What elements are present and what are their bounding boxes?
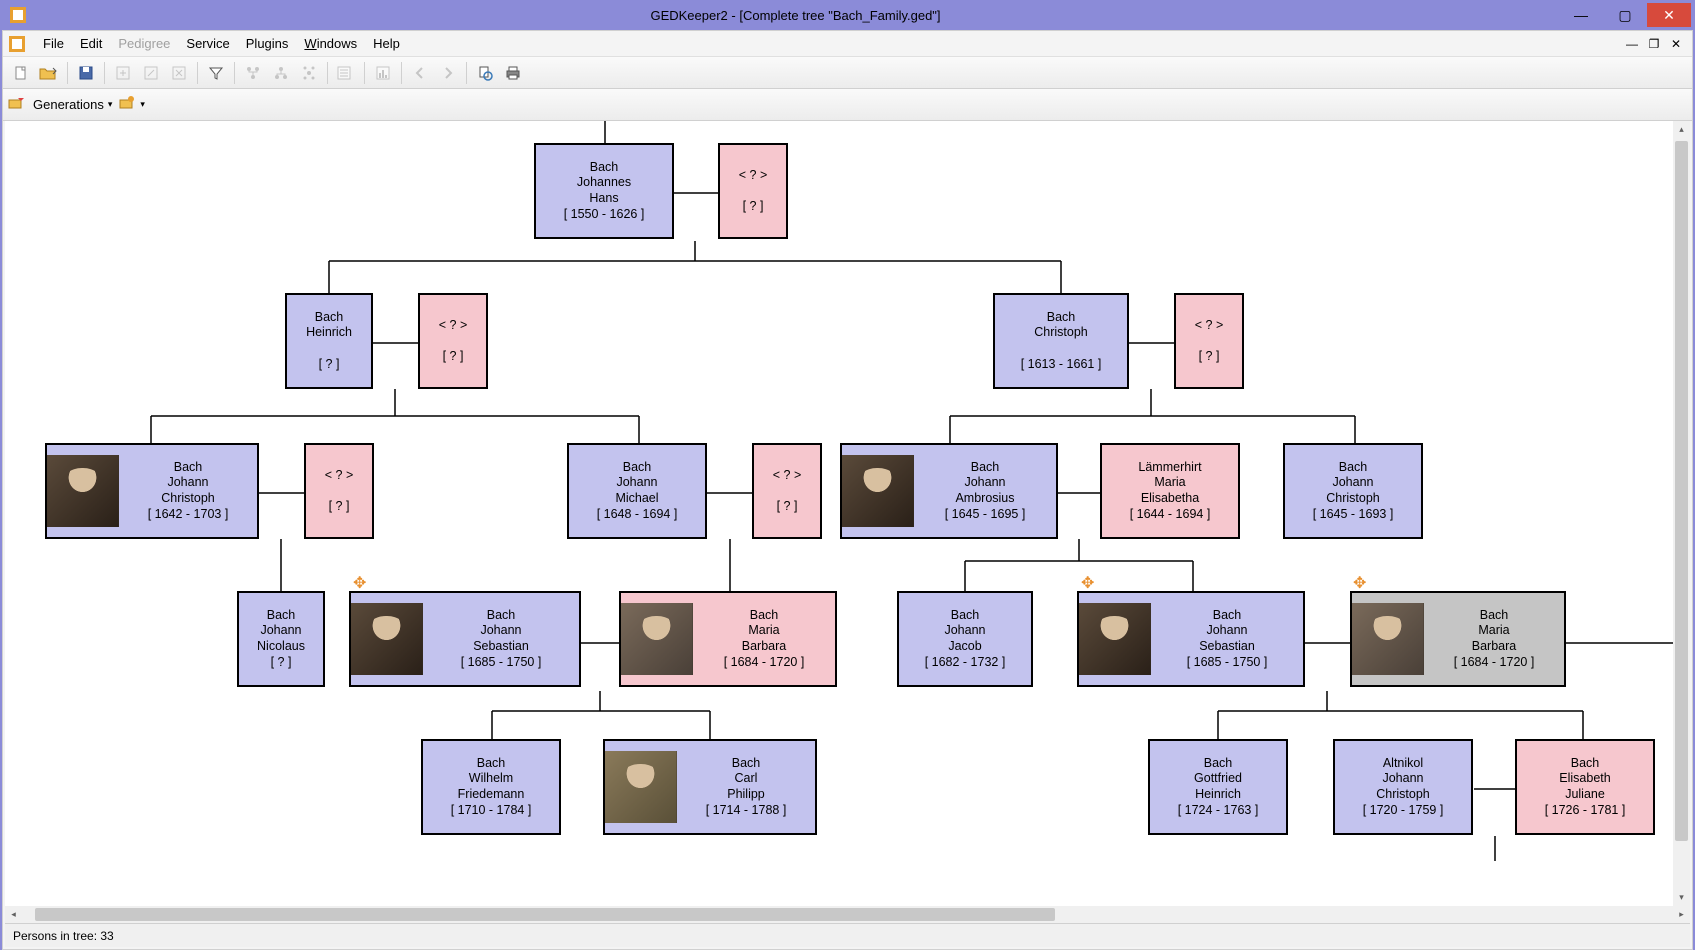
portrait-icon xyxy=(1079,603,1151,675)
tree-options-icon[interactable] xyxy=(7,95,27,114)
person-box[interactable]: BachJohannMichael[ 1648 - 1694 ] xyxy=(567,443,707,539)
generations-label: Generations xyxy=(33,97,104,112)
person-box[interactable]: BachJohannJacob[ 1682 - 1732 ] xyxy=(897,591,1033,687)
tree-tool-icon[interactable] xyxy=(118,95,138,114)
stats-button[interactable] xyxy=(370,60,396,86)
menu-windows[interactable]: Windows xyxy=(296,33,365,54)
tree-descendants-button[interactable] xyxy=(268,60,294,86)
save-button[interactable] xyxy=(73,60,99,86)
person-box[interactable]: BachElisabethJuliane[ 1726 - 1781 ] xyxy=(1515,739,1655,835)
tree-canvas[interactable]: BachJohannesHans[ 1550 - 1626 ] < ? >[ ?… xyxy=(5,121,1690,923)
person-box[interactable]: < ? >[ ? ] xyxy=(718,143,788,239)
person-box[interactable]: LämmerhirtMariaElisabetha[ 1644 - 1694 ] xyxy=(1100,443,1240,539)
person-box[interactable]: BachJohannChristoph[ 1642 - 1703 ] xyxy=(45,443,259,539)
window-title: GEDKeeper2 - [Complete tree "Bach_Family… xyxy=(32,8,1559,23)
minimize-button[interactable]: — xyxy=(1559,3,1603,27)
menubar: File Edit Pedigree Service Plugins Windo… xyxy=(3,31,1692,57)
scroll-up-icon[interactable]: ▴ xyxy=(1673,121,1690,138)
tree-ancestors-button[interactable] xyxy=(240,60,266,86)
print-button[interactable] xyxy=(500,60,526,86)
titlebar: GEDKeeper2 - [Complete tree "Bach_Family… xyxy=(0,0,1695,30)
tree-both-button[interactable] xyxy=(296,60,322,86)
pedigree-chart-button[interactable] xyxy=(333,60,359,86)
person-box[interactable]: BachCarlPhilipp[ 1714 - 1788 ] xyxy=(603,739,817,835)
open-file-button[interactable] xyxy=(36,60,62,86)
person-box-selected[interactable]: BachMariaBarbara[ 1684 - 1720 ] xyxy=(1350,591,1566,687)
person-box[interactable]: AltnikolJohannChristoph[ 1720 - 1759 ] xyxy=(1333,739,1473,835)
app-small-icon xyxy=(9,36,25,52)
person-box[interactable]: BachWilhelmFriedemann[ 1710 - 1784 ] xyxy=(421,739,561,835)
move-marker-icon: ✥ xyxy=(353,573,366,593)
menu-help[interactable]: Help xyxy=(365,33,408,54)
person-box[interactable]: BachJohannChristoph[ 1645 - 1693 ] xyxy=(1283,443,1423,539)
person-box[interactable]: BachHeinrich[ ? ] xyxy=(285,293,373,389)
menu-edit[interactable]: Edit xyxy=(72,33,110,54)
person-box[interactable]: BachMariaBarbara[ 1684 - 1720 ] xyxy=(619,591,837,687)
person-box[interactable]: < ? >[ ? ] xyxy=(1174,293,1244,389)
person-box[interactable]: BachJohannSebastian[ 1685 - 1750 ] xyxy=(1077,591,1305,687)
person-box[interactable]: BachChristoph[ 1613 - 1661 ] xyxy=(993,293,1129,389)
menu-file[interactable]: File xyxy=(35,33,72,54)
person-box[interactable]: < ? >[ ? ] xyxy=(752,443,822,539)
portrait-icon xyxy=(1352,603,1424,675)
statusbar: Persons in tree: 33 xyxy=(5,923,1690,947)
edit-record-button[interactable] xyxy=(138,60,164,86)
add-record-button[interactable] xyxy=(110,60,136,86)
print-preview-button[interactable] xyxy=(472,60,498,86)
person-box[interactable]: < ? >[ ? ] xyxy=(418,293,488,389)
menu-plugins[interactable]: Plugins xyxy=(238,33,297,54)
person-box[interactable]: BachJohannAmbrosius[ 1645 - 1695 ] xyxy=(840,443,1058,539)
dropdown-arrow-icon: ▾ xyxy=(108,99,113,110)
portrait-icon xyxy=(47,455,119,527)
close-button[interactable]: ✕ xyxy=(1647,3,1691,27)
person-box[interactable]: BachJohannNicolaus[ ? ] xyxy=(237,591,325,687)
person-box[interactable]: < ? >[ ? ] xyxy=(304,443,374,539)
mdi-close-button[interactable]: ✕ xyxy=(1666,35,1686,53)
person-box[interactable]: BachJohannSebastian[ 1685 - 1750 ] xyxy=(349,591,581,687)
vertical-scrollbar[interactable]: ▴ ▾ xyxy=(1673,121,1690,906)
portrait-icon xyxy=(621,603,693,675)
menu-service[interactable]: Service xyxy=(178,33,237,54)
portrait-icon xyxy=(351,603,423,675)
nav-forward-button[interactable] xyxy=(435,60,461,86)
generations-dropdown[interactable]: Generations ▾ xyxy=(27,94,118,115)
portrait-icon xyxy=(842,455,914,527)
scroll-down-icon[interactable]: ▾ xyxy=(1673,889,1690,906)
dropdown-arrow-icon[interactable]: ▾ xyxy=(140,99,145,110)
filter-button[interactable] xyxy=(203,60,229,86)
scroll-thumb[interactable] xyxy=(1675,141,1688,841)
person-box[interactable]: BachGottfriedHeinrich[ 1724 - 1763 ] xyxy=(1148,739,1288,835)
maximize-button[interactable]: ▢ xyxy=(1603,3,1647,27)
status-persons: Persons in tree: 33 xyxy=(13,929,114,943)
nav-back-button[interactable] xyxy=(407,60,433,86)
main-toolbar xyxy=(3,57,1692,89)
move-marker-icon: ✥ xyxy=(1353,573,1366,593)
scroll-thumb[interactable] xyxy=(35,908,1055,921)
move-marker-icon: ✥ xyxy=(1081,573,1094,593)
new-file-button[interactable] xyxy=(8,60,34,86)
tree-toolbar: Generations ▾ ▾ xyxy=(3,89,1692,121)
menu-pedigree[interactable]: Pedigree xyxy=(110,33,178,54)
mdi-restore-button[interactable]: ❐ xyxy=(1644,35,1664,53)
mdi-minimize-button[interactable]: — xyxy=(1622,35,1642,53)
person-box[interactable]: BachJohannesHans[ 1550 - 1626 ] xyxy=(534,143,674,239)
portrait-icon xyxy=(605,751,677,823)
app-icon xyxy=(10,7,26,23)
scroll-right-icon[interactable]: ▸ xyxy=(1673,906,1690,923)
delete-record-button[interactable] xyxy=(166,60,192,86)
scroll-left-icon[interactable]: ◂ xyxy=(5,906,22,923)
horizontal-scrollbar[interactable]: ◂ ▸ xyxy=(5,906,1690,923)
